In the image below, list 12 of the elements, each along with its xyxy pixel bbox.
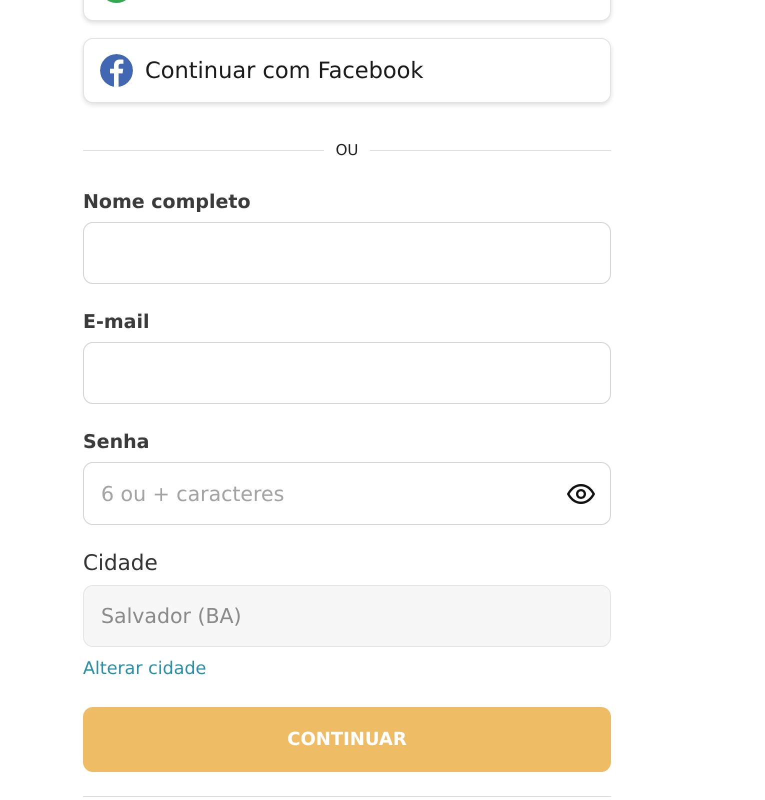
field-label: E-mail — [83, 310, 151, 334]
text-field[interactable] — [83, 222, 611, 284]
password-field[interactable]: 6 ou + caracteres — [83, 462, 611, 525]
field-label: Nome completo — [83, 190, 252, 214]
change-city-link[interactable]: Alterar cidade — [83, 659, 206, 679]
facebook-icon — [100, 54, 133, 87]
text-field[interactable] — [83, 342, 611, 404]
field-label: Cidade — [83, 551, 159, 577]
field-label: Senha — [83, 430, 150, 454]
facebook-login-button[interactable]: Continuar com Facebook — [83, 38, 611, 103]
eye-icon[interactable] — [567, 484, 595, 504]
divider-label: OU — [334, 140, 360, 160]
